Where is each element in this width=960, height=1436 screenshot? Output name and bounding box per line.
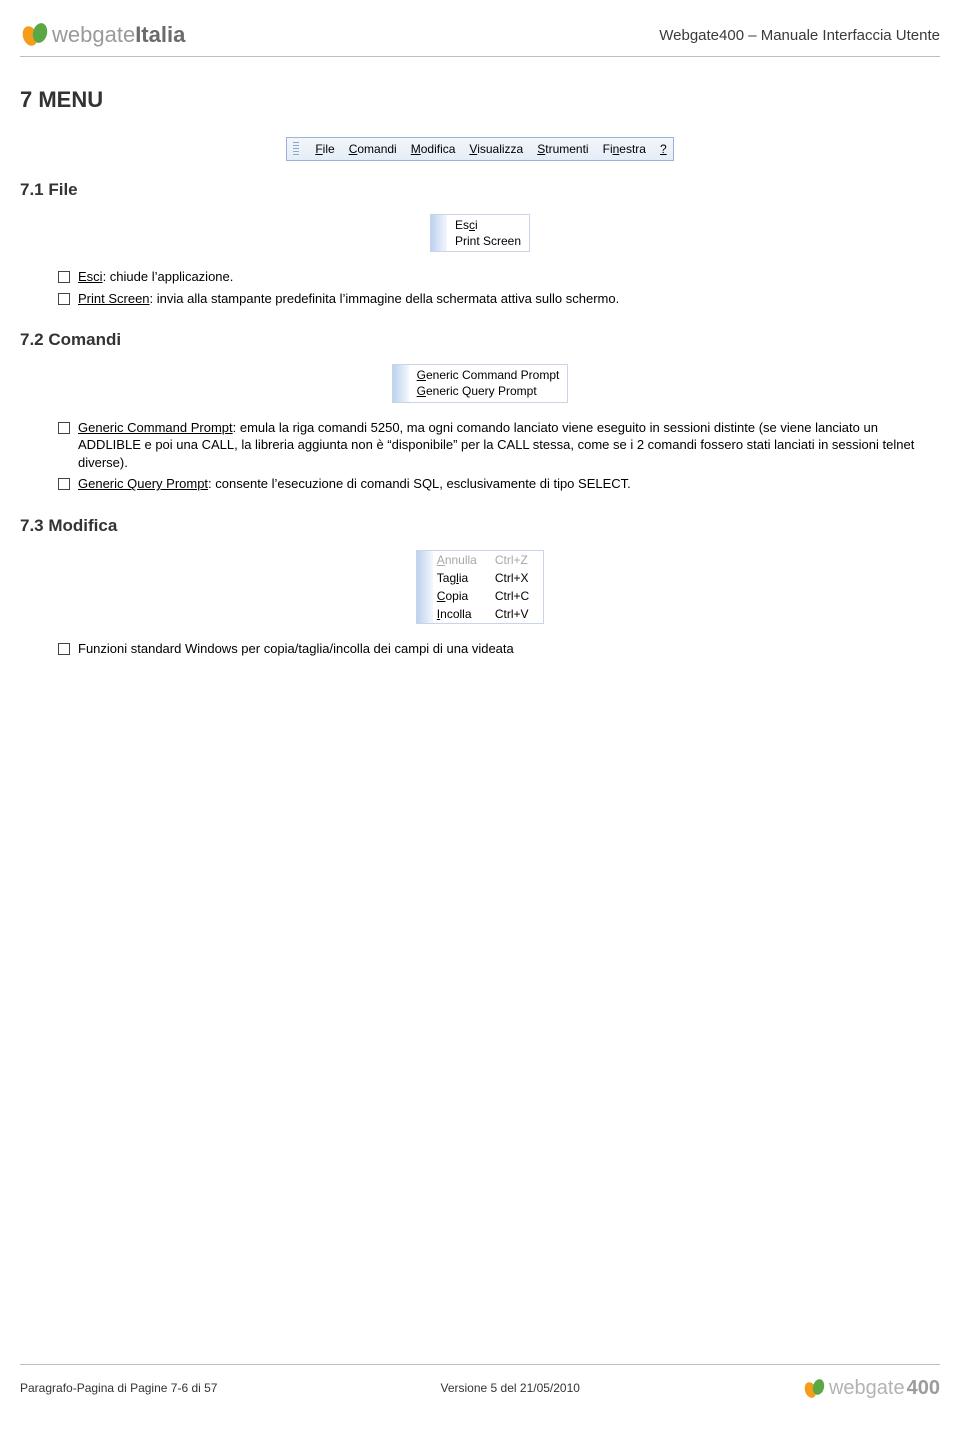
submenu-label: Copia <box>433 587 491 605</box>
h2-file: 7.1 File <box>20 179 940 202</box>
h1-menu: 7 MENU <box>20 85 940 115</box>
brand-text-bold: Italia <box>135 22 185 47</box>
term-rest: : chiude l’applicazione. <box>103 269 234 284</box>
list-item: Generic Command Prompt: emula la riga co… <box>58 419 940 476</box>
submenu-item: Generic Query Prompt <box>417 383 560 399</box>
submenu-row: TagliaCtrl+X <box>433 569 543 587</box>
submenu-shortcut: Ctrl+Z <box>491 551 543 569</box>
submenu-row: CopiaCtrl+C <box>433 587 543 605</box>
brand-footer: webgate400 <box>803 1375 940 1402</box>
submenu-row: AnnullaCtrl+Z <box>433 551 543 569</box>
menubar-item: Finestra <box>603 141 646 157</box>
brand-footer-plain: webgate <box>829 1375 905 1402</box>
file-submenu-screenshot: Esci Print Screen <box>430 214 530 252</box>
footer-left: Paragrafo-Pagina di Pagine 7-6 di 57 <box>20 1380 217 1396</box>
file-bullet-list: Esci: chiude l’applicazione. Print Scree… <box>58 268 940 311</box>
modifica-bullet-list: Funzioni standard Windows per copia/tagl… <box>58 640 940 662</box>
webgate-logo-icon <box>803 1377 827 1401</box>
header-divider <box>20 56 940 57</box>
page: webgateItalia Webgate400 – Manuale Inter… <box>0 0 960 1416</box>
submenu-strip-icon <box>417 551 433 624</box>
menubar-item: Modifica <box>411 141 456 157</box>
submenu-shortcut: Ctrl+X <box>491 569 543 587</box>
submenu-strip-icon <box>393 365 409 401</box>
grip-icon <box>293 142 299 156</box>
list-item: Print Screen: invia alla stampante prede… <box>58 290 940 312</box>
comandi-submenu-screenshot: Generic Command Prompt Generic Query Pro… <box>392 364 569 402</box>
term-rest: : consente l’esecuzione di comandi SQL, … <box>208 476 631 491</box>
term-rest: Funzioni standard Windows per copia/tagl… <box>78 641 514 656</box>
menubar-item: ? <box>660 141 667 157</box>
menubar-item: File <box>315 141 334 157</box>
menubar-item: Comandi <box>349 141 397 157</box>
footer-center: Versione 5 del 21/05/2010 <box>441 1380 580 1396</box>
submenu-shortcut: Ctrl+C <box>491 587 543 605</box>
comandi-bullet-list: Generic Command Prompt: emula la riga co… <box>58 419 940 497</box>
brand-text-plain: webgate <box>52 22 135 47</box>
submenu-row: IncollaCtrl+V <box>433 605 543 623</box>
document-title: Webgate400 – Manuale Interfaccia Utente <box>659 26 940 50</box>
submenu-label: Taglia <box>433 569 491 587</box>
menubar-screenshot: File Comandi Modifica Visualizza Strumen… <box>286 137 673 161</box>
term-rest: : invia alla stampante predefinita l’imm… <box>150 291 620 306</box>
list-item: Funzioni standard Windows per copia/tagl… <box>58 640 940 662</box>
brand-text: webgateItalia <box>52 20 185 50</box>
submenu-item: Generic Command Prompt <box>417 367 560 383</box>
header: webgateItalia Webgate400 – Manuale Inter… <box>20 20 940 50</box>
submenu-label: Incolla <box>433 605 491 623</box>
h2-modifica: 7.3 Modifica <box>20 515 940 538</box>
brand-header: webgateItalia <box>20 20 185 50</box>
term: Generic Command Prompt <box>78 420 233 435</box>
submenu-strip-icon <box>431 215 447 251</box>
footer: Paragrafo-Pagina di Pagine 7-6 di 57 Ver… <box>20 1364 940 1402</box>
h2-comandi: 7.2 Comandi <box>20 329 940 352</box>
webgate-logo-icon <box>20 20 50 50</box>
modifica-submenu-screenshot: AnnullaCtrl+Z TagliaCtrl+X CopiaCtrl+C I… <box>416 550 544 625</box>
submenu-label: Annulla <box>433 551 491 569</box>
term: Print Screen <box>78 291 150 306</box>
term: Generic Query Prompt <box>78 476 208 491</box>
menubar-item: Visualizza <box>469 141 523 157</box>
term: Esci <box>78 269 103 284</box>
list-item: Generic Query Prompt: consente l’esecuzi… <box>58 475 940 497</box>
brand-footer-bold: 400 <box>907 1375 940 1402</box>
submenu-shortcut: Ctrl+V <box>491 605 543 623</box>
list-item: Esci: chiude l’applicazione. <box>58 268 940 290</box>
menubar-item: Strumenti <box>537 141 588 157</box>
submenu-item: Print Screen <box>455 233 521 249</box>
footer-divider <box>20 1364 940 1365</box>
submenu-item: Esci <box>455 217 521 233</box>
